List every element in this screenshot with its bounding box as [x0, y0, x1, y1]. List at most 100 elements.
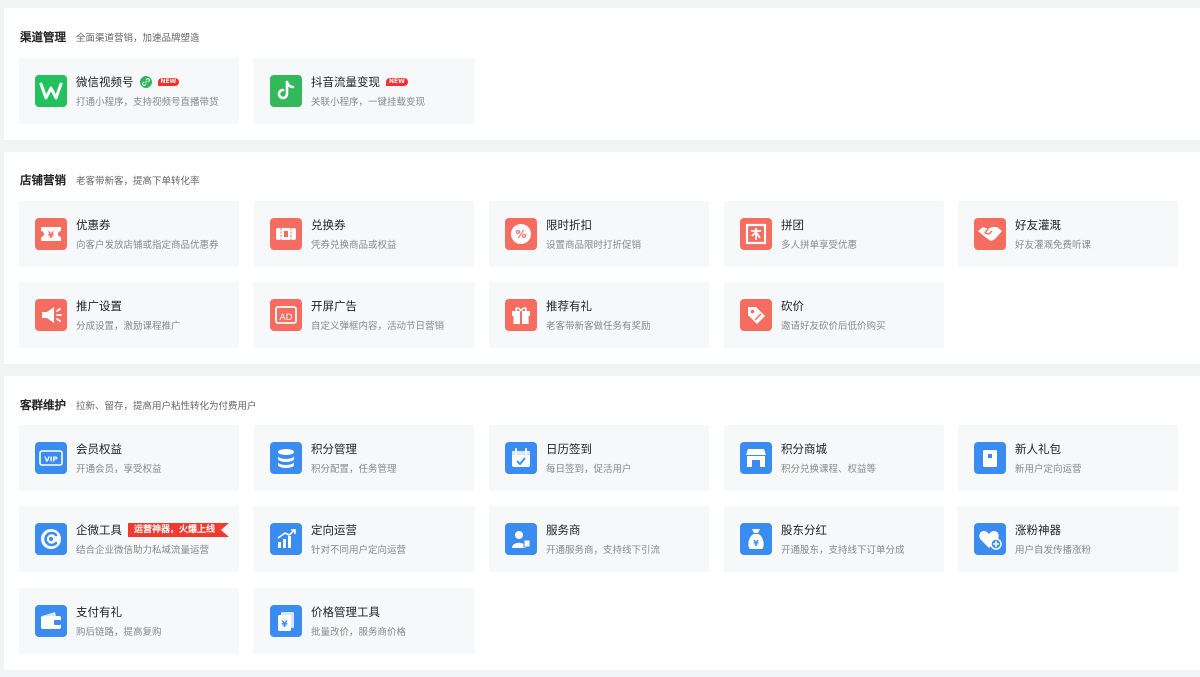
card-service-provider[interactable]: 服务商 开通服务商，支持线下引流 — [489, 506, 709, 572]
section-title: 渠道管理 — [20, 30, 66, 44]
section-store-marketing: 店铺营销 老客带新客，提高下单转化率 ¥ 优惠券 向客户发放店铺或指定商品优惠券… — [4, 152, 1200, 364]
coupon-icon: ¥ — [35, 218, 67, 250]
section-header: 客群维护 拉新、留存，提高用户粘性转化为付费用户 — [20, 397, 257, 413]
voucher-icon — [270, 218, 302, 250]
vip-icon: VIP — [35, 442, 67, 474]
card-title: 拼团 — [781, 218, 804, 232]
card-title: 优惠券 — [76, 218, 111, 232]
section-subtitle: 拉新、留存，提高用户粘性转化为付费用户 — [76, 401, 257, 412]
money-bag-icon: ¥ — [740, 523, 772, 555]
card-desc: 开通会员，享受权益 — [76, 464, 162, 475]
card-fan-growth[interactable]: 涨粉神器 用户自发传播涨粉 — [958, 506, 1178, 572]
card-title: 砍价 — [781, 299, 804, 313]
card-title: 企微工具 — [76, 523, 122, 537]
wallet-icon — [35, 605, 67, 637]
card-title: 新人礼包 — [1015, 442, 1061, 456]
vip-icon-text: VIP — [44, 456, 57, 464]
section-title: 店铺营销 — [20, 173, 66, 187]
card-desc: 批量改价，服务商价格 — [311, 627, 407, 638]
card-title: 会员权益 — [76, 442, 122, 456]
card-desc: 结合企业微信助力私域流量运营 — [76, 545, 210, 556]
new-gift-icon — [974, 442, 1006, 474]
link-icon — [139, 76, 152, 88]
card-desc: 好友灌溉免费听课 — [1015, 240, 1092, 251]
chart-up-icon — [270, 523, 302, 555]
new-badge: NEW — [157, 78, 180, 86]
wechat-channels-icon — [35, 75, 67, 107]
card-targeted-operations[interactable]: 定向运营 针对不同用户定向运营 — [254, 506, 474, 572]
card-coupon[interactable]: ¥ 优惠券 向客户发放店铺或指定商品优惠券 — [19, 201, 239, 267]
section-channel-management: 渠道管理 全面渠道营销，加速品牌塑造 微信视频号 NEW 打通小程序，支持视频号… — [4, 8, 1200, 140]
card-desc: 开通股东，支持线下订单分成 — [781, 545, 905, 556]
card-friend-irrigation[interactable]: 好友灌溉 好友灌溉免费听课 — [958, 201, 1178, 267]
card-shareholder-dividend[interactable]: ¥ 股东分红 开通股东，支持线下订单分成 — [724, 506, 944, 572]
card-desc: 购后链路，提高复购 — [76, 627, 162, 638]
ad-icon: AD — [270, 299, 302, 331]
section-subtitle: 老客带新客，提高下单转化率 — [76, 176, 200, 187]
calendar-icon — [505, 442, 537, 474]
card-points-management[interactable]: 积分管理 积分配置，任务管理 — [254, 425, 474, 491]
card-desc: 用户自发传播涨粉 — [1015, 545, 1092, 556]
section-header: 店铺营销 老客带新客，提高下单转化率 — [20, 172, 200, 188]
card-title: 积分商城 — [781, 442, 827, 456]
card-voucher[interactable]: 兑换券 凭券兑换商品或权益 — [254, 201, 474, 267]
svg-text:¥: ¥ — [753, 539, 759, 548]
card-promotion-settings[interactable]: 推广设置 分成设置，激励课程推广 — [19, 282, 239, 348]
bargain-icon — [740, 299, 772, 331]
card-newcomer-gift[interactable]: 新人礼包 新用户定向运营 — [958, 425, 1178, 491]
card-desc: 关联小程序，一键挂载变现 — [311, 97, 426, 108]
card-douyin[interactable]: 抖音流量变现 NEW 关联小程序，一键挂载变现 — [254, 58, 474, 124]
hot-ribbon-badge: 运营神器，火爆上线 — [128, 523, 230, 537]
gift-icon — [505, 299, 537, 331]
handshake-icon — [974, 218, 1006, 250]
card-member-benefits[interactable]: VIP 会员权益 开通会员，享受权益 — [19, 425, 239, 491]
card-desc: 打通小程序，支持视频号直播带货 — [76, 97, 219, 108]
card-calendar-checkin[interactable]: 日历签到 每日签到，促活用户 — [489, 425, 709, 491]
card-title: 微信视频号 — [76, 75, 134, 89]
card-desc: 向客户发放店铺或指定商品优惠券 — [76, 240, 219, 251]
card-title: 支付有礼 — [76, 605, 122, 619]
card-referral-gift[interactable]: 推荐有礼 老客带新客做任务有奖励 — [489, 282, 709, 348]
card-desc: 老客带新客做任务有奖励 — [546, 321, 651, 332]
card-limited-discount[interactable]: % 限时折扣 设置商品限时打折促销 — [489, 201, 709, 267]
card-title: 涨粉神器 — [1015, 523, 1061, 537]
card-title: 好友灌溉 — [1015, 218, 1061, 232]
svg-text:%: % — [515, 228, 526, 241]
store-icon — [740, 442, 772, 474]
wecom-icon — [35, 523, 67, 555]
card-bargain[interactable]: 砍价 邀请好友砍价后低价购买 — [724, 282, 944, 348]
card-desc: 设置商品限时打折促销 — [546, 240, 642, 251]
card-wecom-tools[interactable]: 企微工具 运营神器，火爆上线 结合企业微信助力私域流量运营 — [19, 506, 239, 572]
section-subtitle: 全面渠道营销，加速品牌塑造 — [76, 33, 200, 44]
heart-plus-icon — [974, 523, 1006, 555]
price-tag-icon: ¥ — [270, 605, 302, 637]
card-title: 股东分红 — [781, 523, 827, 537]
card-title: 推广设置 — [76, 299, 122, 313]
card-price-management[interactable]: ¥ 价格管理工具 批量改价，服务商价格 — [254, 588, 474, 654]
coin-stack-icon — [270, 442, 302, 474]
card-desc: 邀请好友砍价后低价购买 — [781, 321, 886, 332]
douyin-icon — [270, 75, 302, 107]
section-header: 渠道管理 全面渠道营销，加速品牌塑造 — [20, 29, 200, 45]
svg-text:AD: AD — [279, 313, 292, 323]
card-title: 开屏广告 — [311, 299, 357, 313]
card-desc: 每日签到，促活用户 — [546, 464, 632, 475]
card-desc: 积分兑换课程、权益等 — [781, 464, 877, 475]
card-title: 推荐有礼 — [546, 299, 592, 313]
group-buy-icon — [740, 218, 772, 250]
svg-text:¥: ¥ — [281, 620, 288, 630]
card-title: 限时折扣 — [546, 218, 592, 232]
card-splash-ad[interactable]: AD 开屏广告 自定义弹框内容，活动节日营销 — [254, 282, 474, 348]
card-payment-gift[interactable]: 支付有礼 购后链路，提高复购 — [19, 588, 239, 654]
card-title: 价格管理工具 — [311, 605, 380, 619]
card-title: 抖音流量变现 — [311, 75, 380, 89]
card-group-buy[interactable]: 拼团 多人拼单享受优惠 — [724, 201, 944, 267]
card-wechat-channels[interactable]: 微信视频号 NEW 打通小程序，支持视频号直播带货 — [19, 58, 239, 124]
card-points-mall[interactable]: 积分商城 积分兑换课程、权益等 — [724, 425, 944, 491]
card-title: 日历签到 — [546, 442, 592, 456]
card-title: 服务商 — [546, 523, 581, 537]
svg-text:¥: ¥ — [48, 231, 55, 241]
section-customer-maintenance: 客群维护 拉新、留存，提高用户粘性转化为付费用户 VIP 会员权益 开通会员，享… — [4, 376, 1200, 670]
card-desc: 积分配置，任务管理 — [311, 464, 397, 475]
card-desc: 多人拼单享受优惠 — [781, 240, 858, 251]
